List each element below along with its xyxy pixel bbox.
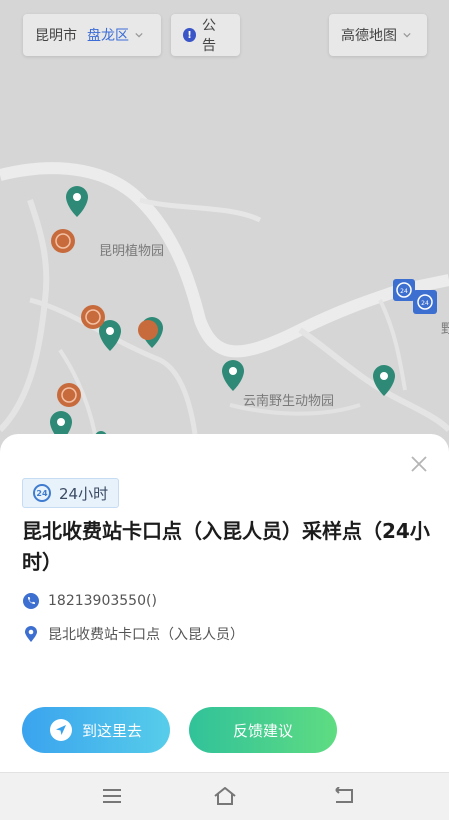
site-detail-sheet: 24 24小时 昆北收费站卡口点（入昆人员）采样点（24小时） 18213903… [0, 434, 449, 819]
feedback-button[interactable]: 反馈建议 [189, 707, 337, 753]
map-pin-orange[interactable] [57, 383, 81, 407]
location-selector[interactable]: 昆明市 盘龙区 [23, 14, 161, 56]
map-pin-orange[interactable] [51, 229, 75, 253]
map-label-edge: 野 [441, 322, 449, 337]
map-label-zoo: 云南野生动物园 [243, 394, 335, 409]
map-label-botanical-garden: 昆明植物园 [99, 244, 165, 259]
svg-text:24: 24 [421, 300, 429, 307]
district-label: 盘龙区 [87, 28, 129, 44]
chevron-down-icon [135, 32, 143, 38]
menu-icon[interactable] [102, 787, 122, 805]
address-text: 昆北收费站卡口点（入昆人员） [48, 627, 244, 643]
map-pin-teal[interactable] [99, 320, 121, 351]
phone-row[interactable]: 18213903550() [22, 592, 157, 610]
home-icon[interactable] [213, 787, 237, 805]
address-row: 昆北收费站卡口点（入昆人员） [22, 624, 244, 644]
map-source-label: 高德地图 [341, 28, 397, 44]
hours-badge-label: 24小时 [59, 484, 109, 503]
site-title: 昆北收费站卡口点（入昆人员）采样点（24小时） [22, 519, 430, 574]
phone-icon [23, 593, 39, 609]
system-nav-bar [0, 772, 449, 820]
map-pin-teal[interactable] [373, 365, 395, 396]
map-24h-marker[interactable]: 24 [413, 290, 437, 314]
close-icon[interactable] [409, 454, 429, 474]
location-pin-icon [25, 626, 37, 642]
map-source-selector[interactable]: 高德地图 [329, 14, 427, 56]
phone-number: 18213903550() [48, 593, 157, 609]
map-pin-orange[interactable] [138, 320, 158, 340]
notice-button[interactable]: ! 公告 [171, 14, 240, 56]
chevron-down-icon [403, 32, 411, 38]
map-topbar: 昆明市 盘龙区 ! 公告 高德地图 [0, 14, 449, 58]
info-icon: ! [183, 28, 196, 42]
notice-label: 公告 [202, 18, 216, 54]
navigate-here-label: 到这里去 [81, 721, 142, 740]
clock-24h-icon: 24 [33, 484, 51, 502]
navigate-here-button[interactable]: 到这里去 [22, 707, 170, 753]
map-pin-teal[interactable] [66, 186, 88, 217]
navigation-arrow-icon [49, 719, 72, 741]
map-24h-marker[interactable]: 24 [393, 279, 415, 301]
back-icon[interactable] [333, 787, 355, 805]
feedback-label: 反馈建议 [232, 721, 293, 740]
hours-badge: 24 24小时 [22, 478, 120, 508]
map-pin-teal[interactable] [222, 360, 244, 391]
city-label: 昆明市 [35, 28, 77, 44]
svg-text:24: 24 [400, 288, 408, 295]
map-pin-orange[interactable] [81, 305, 105, 329]
